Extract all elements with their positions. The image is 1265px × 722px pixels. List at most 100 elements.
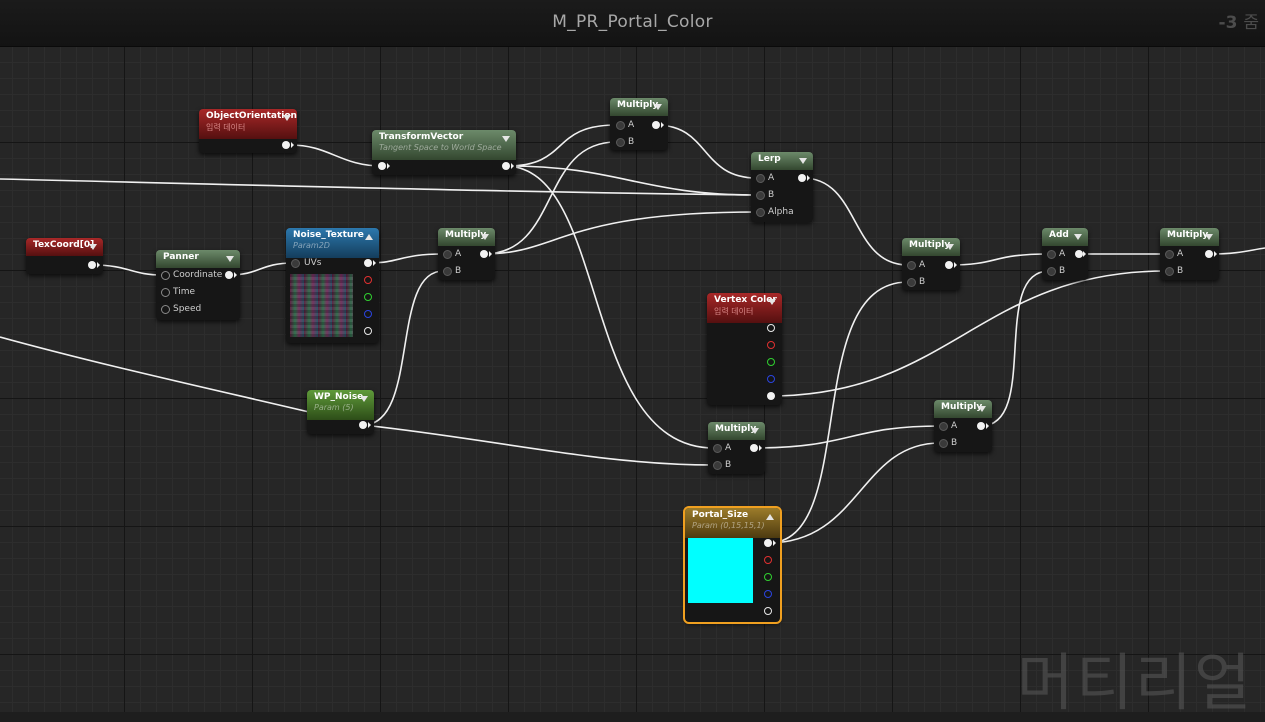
output-pin[interactable]	[977, 422, 985, 430]
node-wp-noise[interactable]: WP_Noise Param (5)	[307, 390, 374, 434]
node-vertex-color[interactable]: Vertex Color 입력 데이터	[707, 293, 782, 405]
output-pin[interactable]	[750, 444, 758, 452]
output-pin-r[interactable]	[767, 341, 775, 349]
expand-arrow-icon[interactable]	[766, 514, 774, 520]
input-pin-b[interactable]	[443, 267, 452, 276]
node-header[interactable]: TransformVector Tangent Space to World S…	[372, 130, 516, 160]
collapse-arrow-icon[interactable]	[654, 104, 662, 110]
node-object-orientation[interactable]: ObjectOrientation 입력 데이터	[199, 109, 297, 153]
node-header[interactable]: TexCoord[0]	[26, 238, 103, 256]
input-pin-uvs[interactable]	[291, 259, 300, 268]
input-pin-a[interactable]	[756, 174, 765, 183]
output-pin[interactable]	[1205, 250, 1213, 258]
node-header[interactable]: Vertex Color 입력 데이터	[707, 293, 782, 323]
node-header[interactable]: Multiply	[934, 400, 992, 418]
node-multiply-noise[interactable]: Multiply A B	[438, 228, 495, 280]
input-pin-a[interactable]	[1047, 250, 1056, 259]
collapse-arrow-icon[interactable]	[978, 406, 986, 412]
collapse-arrow-icon[interactable]	[226, 256, 234, 262]
input-pin-coordinate[interactable]	[161, 271, 170, 280]
node-multiply-low[interactable]: Multiply A B	[708, 422, 765, 474]
input-pin-b[interactable]	[907, 278, 916, 287]
expand-arrow-icon[interactable]	[365, 234, 373, 240]
output-pin[interactable]	[798, 174, 806, 182]
wire-external-to-lerp-b	[0, 178, 757, 196]
output-pin-a[interactable]	[764, 607, 772, 615]
node-header[interactable]: Multiply	[708, 422, 765, 440]
input-pin-speed[interactable]	[161, 305, 170, 314]
output-pin[interactable]	[502, 162, 510, 170]
output-pin[interactable]	[480, 250, 488, 258]
node-texcoord[interactable]: TexCoord[0]	[26, 238, 103, 274]
input-pin[interactable]	[378, 162, 386, 170]
node-lerp[interactable]: Lerp A B Alpha	[751, 152, 813, 222]
output-pin-b[interactable]	[364, 310, 372, 318]
output-pin-a[interactable]	[767, 392, 775, 400]
node-header[interactable]: ObjectOrientation 입력 데이터	[199, 109, 297, 139]
input-pin-b[interactable]	[713, 461, 722, 470]
output-pin[interactable]	[945, 261, 953, 269]
node-header[interactable]: Multiply	[610, 98, 668, 116]
input-pin-b[interactable]	[939, 439, 948, 448]
input-pin-a[interactable]	[939, 422, 948, 431]
output-pin-r[interactable]	[764, 556, 772, 564]
input-pin-a[interactable]	[907, 261, 916, 270]
output-pin[interactable]	[359, 421, 367, 429]
input-pin-a[interactable]	[616, 121, 625, 130]
output-pin[interactable]	[652, 121, 660, 129]
node-header[interactable]: Multiply	[1160, 228, 1219, 246]
output-pin-rgb[interactable]	[767, 324, 775, 332]
node-header[interactable]: Lerp	[751, 152, 813, 170]
node-header[interactable]: Panner	[156, 250, 240, 268]
collapse-arrow-icon[interactable]	[481, 234, 489, 240]
collapse-arrow-icon[interactable]	[1205, 234, 1213, 240]
collapse-arrow-icon[interactable]	[1074, 234, 1082, 240]
input-pin-b[interactable]	[1047, 267, 1056, 276]
output-pin[interactable]	[282, 141, 290, 149]
node-multiply-top[interactable]: Multiply A B	[610, 98, 668, 150]
collapse-arrow-icon[interactable]	[283, 115, 291, 121]
output-pin-b[interactable]	[764, 590, 772, 598]
output-pin-b[interactable]	[767, 375, 775, 383]
node-multiply-mid[interactable]: Multiply A B	[902, 238, 960, 290]
output-pin[interactable]	[88, 261, 96, 269]
node-header[interactable]: Portal_Size Param (0,15,15,1)	[685, 508, 780, 538]
node-add[interactable]: Add A B	[1042, 228, 1088, 280]
output-pin-g[interactable]	[767, 358, 775, 366]
node-multiply-right[interactable]: Multiply A B	[1160, 228, 1219, 280]
node-header[interactable]: Multiply	[438, 228, 495, 246]
collapse-arrow-icon[interactable]	[799, 158, 807, 164]
node-title: Multiply	[617, 100, 659, 110]
node-header[interactable]: WP_Noise Param (5)	[307, 390, 374, 420]
node-panner[interactable]: Panner Coordinate Time Speed	[156, 250, 240, 320]
collapse-arrow-icon[interactable]	[89, 244, 97, 250]
node-multiply-lowright[interactable]: Multiply A B	[934, 400, 992, 452]
input-pin-b[interactable]	[756, 191, 765, 200]
node-header[interactable]: Multiply	[902, 238, 960, 256]
output-pin-g[interactable]	[764, 573, 772, 581]
node-header[interactable]: Noise_Texture Param2D	[286, 228, 379, 258]
node-noise-texture[interactable]: Noise_Texture Param2D UVs	[286, 228, 379, 343]
node-transform-vector[interactable]: TransformVector Tangent Space to World S…	[372, 130, 516, 175]
output-pin-rgb[interactable]	[764, 539, 772, 547]
collapse-arrow-icon[interactable]	[768, 299, 776, 305]
output-pin-g[interactable]	[364, 293, 372, 301]
collapse-arrow-icon[interactable]	[946, 244, 954, 250]
input-pin-alpha[interactable]	[756, 208, 765, 217]
node-portal-size[interactable]: Portal_Size Param (0,15,15,1)	[683, 506, 782, 624]
collapse-arrow-icon[interactable]	[360, 396, 368, 402]
collapse-arrow-icon[interactable]	[502, 136, 510, 142]
input-pin-time[interactable]	[161, 288, 170, 297]
input-pin-b[interactable]	[1165, 267, 1174, 276]
node-header[interactable]: Add	[1042, 228, 1088, 246]
output-pin-rgb[interactable]	[364, 259, 372, 267]
collapse-arrow-icon[interactable]	[751, 428, 759, 434]
output-pin-r[interactable]	[364, 276, 372, 284]
input-pin-a[interactable]	[713, 444, 722, 453]
output-pin[interactable]	[1075, 250, 1083, 258]
input-pin-a[interactable]	[443, 250, 452, 259]
input-pin-b[interactable]	[616, 138, 625, 147]
input-pin-a[interactable]	[1165, 250, 1174, 259]
output-pin[interactable]	[225, 271, 233, 279]
output-pin-a[interactable]	[364, 327, 372, 335]
